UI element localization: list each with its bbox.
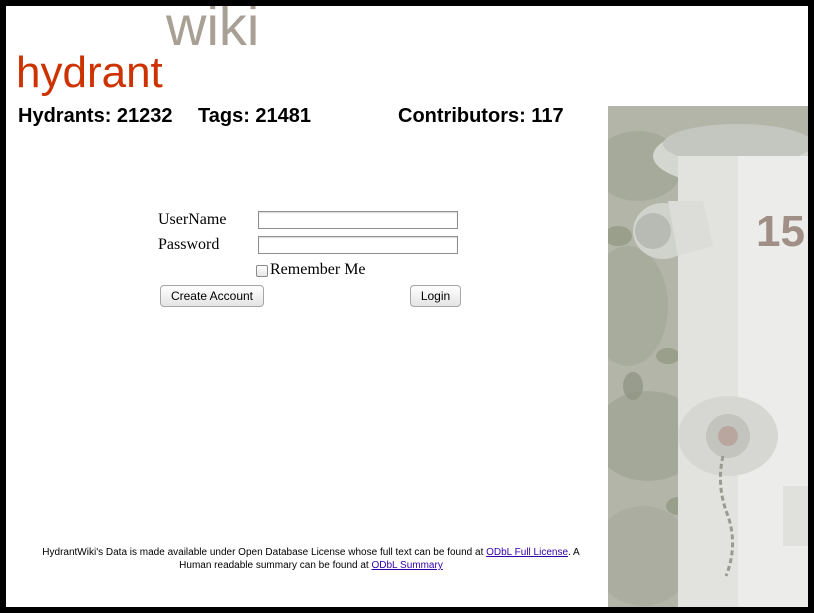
svg-text:15: 15	[756, 207, 805, 256]
password-label: Password	[158, 236, 220, 253]
page: wiki hydrant Hydrants: 21232 Tags: 21481…	[6, 6, 808, 607]
password-input[interactable]	[258, 236, 458, 254]
footer-text-1: HydrantWiki's Data is made available und…	[42, 547, 487, 558]
hydrant-photo-image: 15	[608, 106, 808, 607]
tags-count: Tags: 21481	[198, 105, 312, 127]
username-label: UserName	[158, 211, 227, 228]
hydrant-photo: 15	[608, 106, 808, 607]
logo-wiki-text: wiki	[166, 6, 260, 57]
login-button[interactable]: Login	[410, 285, 461, 307]
username-input[interactable]	[258, 211, 458, 229]
contributors-count: Contributors: 117	[398, 105, 564, 127]
hydrants-count: Hydrants: 21232	[18, 105, 173, 127]
remember-me-label[interactable]: Remember Me	[270, 261, 366, 279]
logo-hydrant-text: hydrant	[16, 48, 163, 97]
odbl-summary-link[interactable]: ODbL Summary	[372, 560, 443, 571]
create-account-button[interactable]: Create Account	[160, 285, 264, 307]
remember-me-checkbox[interactable]	[256, 265, 268, 277]
license-footer: HydrantWiki's Data is made available und…	[26, 546, 596, 572]
odbl-full-license-link[interactable]: ODbL Full License	[486, 547, 568, 558]
